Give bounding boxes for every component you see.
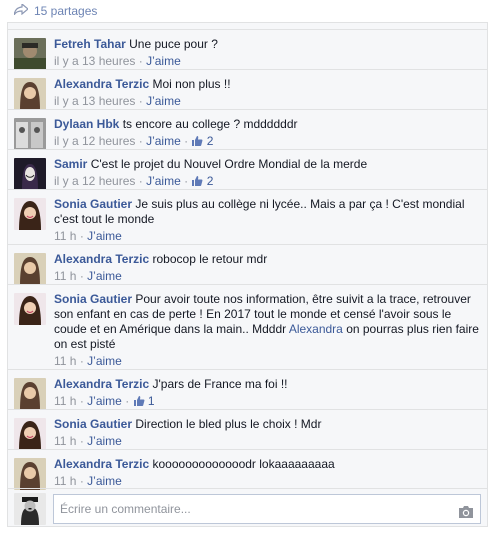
comment-text: J'pars de France ma foi !! bbox=[152, 377, 288, 391]
avatar[interactable] bbox=[14, 118, 46, 150]
like-button[interactable]: J’aime bbox=[146, 174, 181, 188]
comment-item: Alexandra Terzic robocop le retour mdr 1… bbox=[7, 244, 488, 285]
comment-time[interactable]: 11 h bbox=[54, 394, 76, 408]
like-button[interactable]: J’aime bbox=[87, 434, 122, 448]
comment-item: Alexandra Terzic kooooooooooooodr lokaaa… bbox=[7, 449, 488, 490]
comment-meta: 11 h · J’aime bbox=[54, 474, 122, 488]
avatar[interactable] bbox=[14, 78, 46, 110]
comment-time[interactable]: 11 h bbox=[54, 229, 76, 243]
comment-meta: 11 h · J’aime bbox=[54, 269, 122, 283]
comment-text: ts encore au college ? mddddddr bbox=[122, 117, 298, 131]
like-button[interactable]: J’aime bbox=[146, 134, 181, 148]
comment-item: Sonia Gautier Pour avoir toute nos infor… bbox=[7, 284, 488, 369]
comment-author[interactable]: Alexandra Terzic bbox=[54, 77, 149, 91]
avatar[interactable] bbox=[14, 378, 46, 410]
comment-time[interactable]: il y a 13 heures bbox=[54, 54, 135, 68]
comment-item: Samir C'est le projet du Nouvel Ordre Mo… bbox=[7, 149, 488, 190]
comment-item: Dylaan Hbk ts encore au college ? mddddd… bbox=[7, 109, 488, 150]
comment-author[interactable]: Alexandra Terzic bbox=[54, 377, 149, 391]
comment-item: Alexandra Terzic J'pars de France ma foi… bbox=[7, 369, 488, 410]
avatar[interactable] bbox=[14, 158, 46, 190]
comment-text: robocop le retour mdr bbox=[152, 252, 268, 266]
like-count[interactable]: 1 bbox=[148, 394, 155, 408]
comment-time[interactable]: il y a 12 heures bbox=[54, 134, 135, 148]
shares-link[interactable]: 15 partages bbox=[13, 2, 97, 20]
comment-time[interactable]: 11 h bbox=[54, 269, 76, 283]
comment-text: Direction le bled plus le choix ! Mdr bbox=[135, 417, 322, 431]
mention-link[interactable]: Alexandra bbox=[289, 322, 343, 336]
avatar[interactable] bbox=[14, 458, 46, 490]
comment-time[interactable]: il y a 13 heures bbox=[54, 94, 135, 108]
comment-meta: 11 h · J’aime bbox=[54, 434, 122, 448]
like-count[interactable]: 2 bbox=[207, 174, 214, 188]
comment-item: Fetreh Tahar Une puce pour ? il y a 13 h… bbox=[7, 29, 488, 70]
comment-author[interactable]: Sonia Gautier bbox=[54, 292, 132, 306]
shares-label[interactable]: 15 partages bbox=[34, 4, 97, 18]
like-button[interactable]: J’aime bbox=[146, 94, 181, 108]
like-button[interactable]: J’aime bbox=[87, 474, 122, 488]
comment-meta: il y a 13 heures · J’aime bbox=[54, 94, 181, 108]
comment-time[interactable]: 11 h bbox=[54, 354, 76, 368]
comment-item: Alexandra Terzic Moi non plus !! il y a … bbox=[7, 69, 488, 110]
comment-author[interactable]: Alexandra Terzic bbox=[54, 252, 149, 266]
comment-meta: il y a 13 heures · J’aime bbox=[54, 54, 181, 68]
comment-input[interactable]: Écrire un commentaire... bbox=[53, 494, 481, 524]
share-arrow-icon bbox=[13, 2, 29, 18]
comment-author[interactable]: Sonia Gautier bbox=[54, 197, 132, 211]
comment-item: Sonia Gautier Je suis plus au collège ni… bbox=[7, 189, 488, 244]
avatar[interactable] bbox=[14, 198, 46, 230]
avatar[interactable] bbox=[14, 253, 46, 285]
comment-time[interactable]: 11 h bbox=[54, 434, 76, 448]
avatar bbox=[14, 493, 46, 525]
camera-icon[interactable] bbox=[458, 501, 474, 529]
comment-text: C'est le projet du Nouvel Ordre Mondial … bbox=[90, 157, 368, 171]
like-button[interactable]: J’aime bbox=[87, 269, 122, 283]
comment-composer: Écrire un commentaire... bbox=[7, 488, 488, 527]
like-button[interactable]: J’aime bbox=[87, 394, 122, 408]
comment-meta: 11 h · J’aime bbox=[54, 229, 122, 243]
like-button[interactable]: J’aime bbox=[87, 354, 122, 368]
like-button[interactable]: J’aime bbox=[146, 54, 181, 68]
comment-text: Une puce pour ? bbox=[129, 37, 218, 51]
comment-item: Sonia Gautier Direction le bled plus le … bbox=[7, 409, 488, 450]
comment-input-placeholder: Écrire un commentaire... bbox=[60, 502, 191, 516]
comment-time[interactable]: 11 h bbox=[54, 474, 76, 488]
comment-meta: 11 h · J’aime bbox=[54, 354, 122, 368]
comment-author[interactable]: Sonia Gautier bbox=[54, 417, 132, 431]
comment-text: Moi non plus !! bbox=[152, 77, 231, 91]
avatar[interactable] bbox=[14, 418, 46, 450]
avatar[interactable] bbox=[14, 293, 46, 325]
comment-text: kooooooooooooodr lokaaaaaaaaa bbox=[152, 457, 335, 471]
avatar[interactable] bbox=[14, 38, 46, 70]
comment-author[interactable]: Samir bbox=[54, 157, 87, 171]
like-button[interactable]: J’aime bbox=[87, 229, 122, 243]
comment-time[interactable]: il y a 12 heures bbox=[54, 174, 135, 188]
like-count[interactable]: 2 bbox=[207, 134, 214, 148]
comment-author[interactable]: Dylaan Hbk bbox=[54, 117, 119, 131]
comment-author[interactable]: Alexandra Terzic bbox=[54, 457, 149, 471]
comment-author[interactable]: Fetreh Tahar bbox=[54, 37, 126, 51]
